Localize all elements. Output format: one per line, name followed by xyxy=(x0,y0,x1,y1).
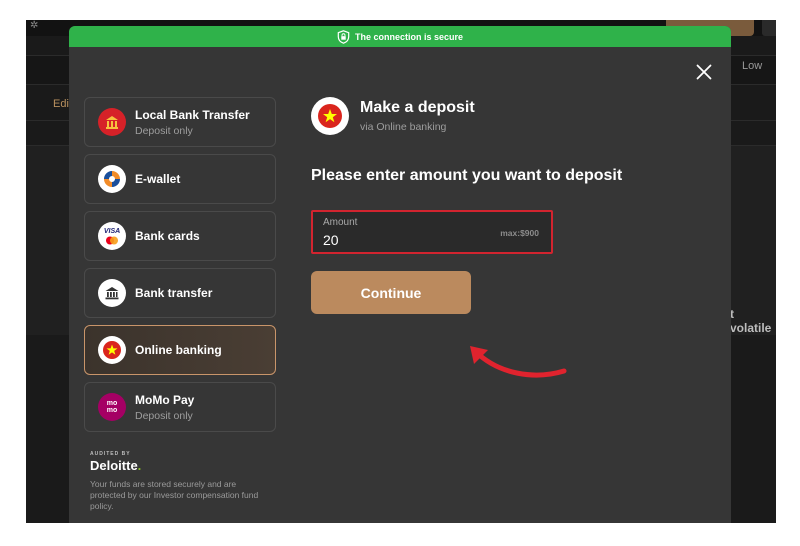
method-bank-transfer[interactable]: Bank transfer xyxy=(84,268,276,318)
ewallet-icon xyxy=(98,165,126,193)
deposit-modal: The connection is secure Local Bank Tran… xyxy=(69,26,731,523)
background-edit-label: Edi xyxy=(53,98,69,110)
background-button-small xyxy=(762,20,776,36)
method-title: Online banking xyxy=(135,343,222,357)
deposit-prompt: Please enter amount you want to deposit xyxy=(311,167,623,184)
method-subtitle: Deposit only xyxy=(135,124,193,137)
secure-connection-text: The connection is secure xyxy=(354,31,464,42)
deposit-header: Make a deposit via Online banking xyxy=(311,97,475,135)
method-subtitle: Deposit only xyxy=(135,409,193,422)
audit-text: Your funds are stored securely and are p… xyxy=(90,479,259,511)
method-title: MoMo Pay xyxy=(135,392,195,407)
secure-connection-bar: The connection is secure xyxy=(69,26,731,47)
deposit-title: Make a deposit xyxy=(360,99,475,116)
vietnam-flag-icon xyxy=(98,336,126,364)
shield-lock-icon xyxy=(337,29,350,44)
close-icon[interactable] xyxy=(696,64,712,80)
method-title: Bank transfer xyxy=(135,286,213,300)
deloitte-dot: . xyxy=(137,458,142,473)
deposit-subtitle: via Online banking xyxy=(360,121,447,133)
continue-button[interactable]: Continue xyxy=(311,271,471,314)
amount-value[interactable]: 20 xyxy=(323,232,339,248)
audit-block: AUDITED BY Deloitte. Your funds are stor… xyxy=(90,451,270,512)
pointer-arrow-annotation xyxy=(470,346,567,378)
method-title: Local Bank Transfer xyxy=(135,107,250,122)
momo-icon: mo mo xyxy=(98,393,126,421)
background-low-label: Low xyxy=(742,60,763,72)
method-momo-pay[interactable]: mo mo MoMo Pay Deposit only xyxy=(84,382,276,432)
amount-input[interactable]: Amount 20 max:$900 xyxy=(311,210,553,254)
vietnam-flag-icon xyxy=(311,97,349,135)
amount-label: Amount xyxy=(323,217,358,228)
method-ewallet[interactable]: E-wallet xyxy=(84,154,276,204)
visa-mastercard-icon: VISA xyxy=(98,222,126,250)
deloitte-logo: Deloitte. xyxy=(90,458,270,473)
settings-icon: ✲ xyxy=(30,20,39,31)
amount-max-hint: max:$900 xyxy=(500,228,539,238)
audit-label: AUDITED BY xyxy=(90,451,131,457)
method-online-banking[interactable]: Online banking xyxy=(84,325,276,375)
method-local-bank-transfer[interactable]: Local Bank Transfer Deposit only xyxy=(84,97,276,147)
background-volatile-label: t volatile xyxy=(730,307,772,335)
method-title: Bank cards xyxy=(135,229,200,243)
method-bank-cards[interactable]: VISA Bank cards xyxy=(84,211,276,261)
bank-building-icon xyxy=(98,108,126,136)
method-title: E-wallet xyxy=(135,172,181,186)
deloitte-brand: Deloitte xyxy=(90,458,138,473)
bank-icon xyxy=(98,279,126,307)
